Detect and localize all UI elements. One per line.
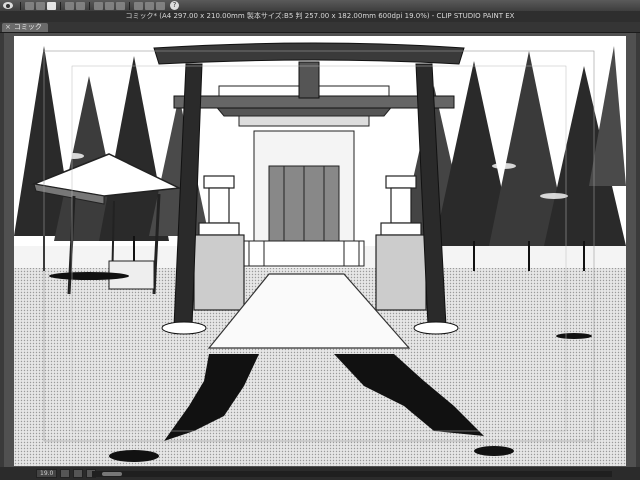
- snap-special-ruler-icon[interactable]: [156, 1, 165, 10]
- close-icon[interactable]: ×: [5, 23, 11, 32]
- zoom-level[interactable]: 19.0: [36, 469, 58, 478]
- horizontal-scrollbar[interactable]: [92, 471, 612, 477]
- help-icon[interactable]: ?: [170, 1, 179, 10]
- tab-comic[interactable]: × コミック: [2, 23, 48, 32]
- tab-label: コミック: [13, 23, 42, 31]
- fill-icon[interactable]: [105, 1, 114, 10]
- toolbar-separator: [20, 1, 21, 10]
- zoom-in-icon[interactable]: [73, 469, 84, 478]
- shrine-illustration: [14, 36, 626, 466]
- save-icon[interactable]: [47, 1, 56, 10]
- toolbar-separator: [60, 1, 61, 10]
- snap-ruler-icon[interactable]: [134, 1, 143, 10]
- document-tab-bar: × コミック: [0, 22, 640, 33]
- scrollbar-thumb[interactable]: [102, 472, 122, 476]
- redo-icon[interactable]: [76, 1, 85, 10]
- snap-grid-icon[interactable]: [145, 1, 154, 10]
- toolbar-separator: [89, 1, 90, 10]
- toolbar-separator: [129, 1, 130, 10]
- open-file-icon[interactable]: [36, 1, 45, 10]
- eye-icon[interactable]: [3, 2, 13, 9]
- new-file-icon[interactable]: [25, 1, 34, 10]
- canvas-area[interactable]: [4, 33, 636, 467]
- zoom-out-icon[interactable]: [60, 469, 71, 478]
- undo-icon[interactable]: [65, 1, 74, 10]
- settings-icon[interactable]: [94, 1, 103, 10]
- transform-icon[interactable]: [116, 1, 125, 10]
- window-title: コミック* (A4 297.00 x 210.00mm 製本サイズ:B5 判 2…: [0, 11, 640, 22]
- drawing-canvas[interactable]: [14, 36, 626, 466]
